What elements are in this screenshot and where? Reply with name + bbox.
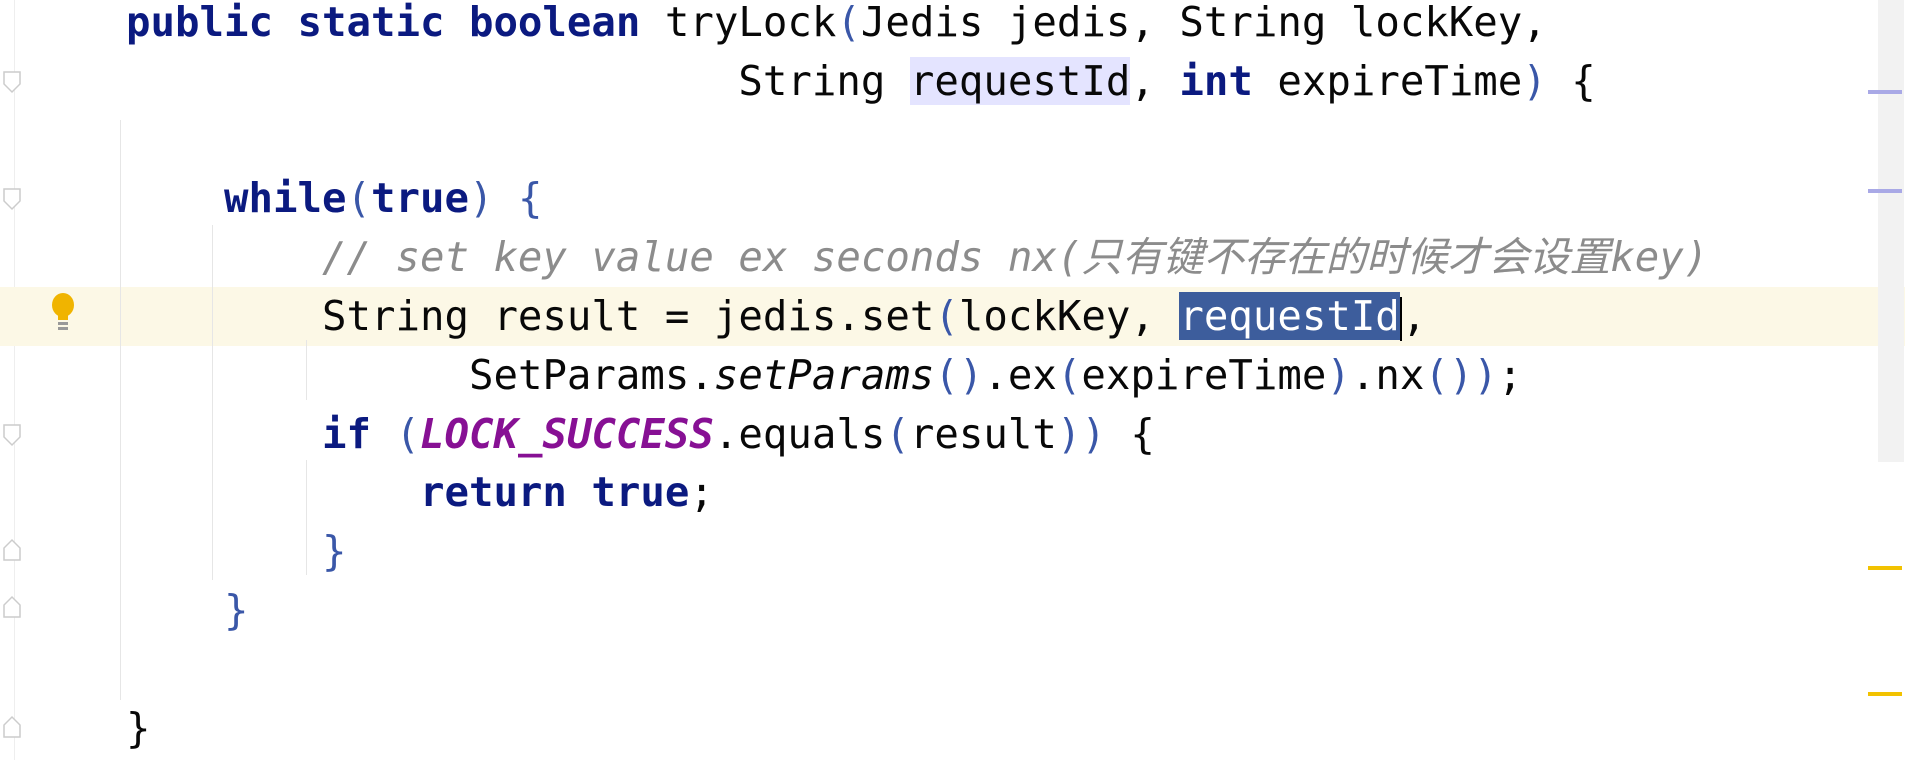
editor-gutter[interactable] xyxy=(0,0,115,760)
paren: () xyxy=(1424,350,1474,399)
paren: { xyxy=(517,174,543,223)
fold-expand-icon[interactable] xyxy=(2,595,22,619)
constant: LOCK_SUCCESS xyxy=(419,409,714,458)
paren: () xyxy=(934,350,984,399)
paren: ) xyxy=(468,174,494,223)
gutter-divider xyxy=(14,0,15,760)
paren: } xyxy=(321,527,347,576)
paren: ( xyxy=(346,174,371,223)
code-line[interactable]: while(true) { xyxy=(126,169,542,228)
usage-highlight: requestId xyxy=(909,56,1131,105)
fold-expand-icon[interactable] xyxy=(2,538,22,562)
paren: ( xyxy=(934,292,959,340)
static-call: setParams xyxy=(713,350,935,399)
code-text: , xyxy=(1401,292,1427,340)
paren: ( xyxy=(395,409,420,458)
code-text: .nx xyxy=(1350,350,1425,399)
code-line[interactable]: } xyxy=(126,699,151,758)
fold-expand-icon[interactable] xyxy=(2,715,22,739)
paren: ( xyxy=(1056,350,1082,399)
code-line[interactable]: return true; xyxy=(126,463,714,522)
scrollbar-marker-warning[interactable] xyxy=(1868,566,1902,570)
code-line[interactable]: String requestId, int expireTime) { xyxy=(126,52,1596,111)
paren: ) xyxy=(1522,56,1547,105)
lightbulb-icon[interactable] xyxy=(50,292,76,332)
keyword: true xyxy=(370,174,469,223)
scrollbar-marker-warning[interactable] xyxy=(1868,692,1902,696)
code-text: .ex xyxy=(983,350,1057,399)
keyword: while xyxy=(223,174,347,223)
code-line[interactable]: // set key value ex seconds nx(只有键不存在的时候… xyxy=(126,228,1708,287)
code-text: , xyxy=(1130,56,1180,105)
scrollbar[interactable] xyxy=(1878,0,1904,462)
fold-collapse-icon[interactable] xyxy=(2,423,22,447)
selection: requestId xyxy=(1179,292,1400,340)
code-text: } xyxy=(126,703,151,752)
code-text: expireTime xyxy=(1081,350,1327,399)
fold-collapse-icon[interactable] xyxy=(2,70,22,94)
paren: ( xyxy=(885,409,910,458)
keyword: int xyxy=(1179,56,1278,105)
code-text: SetParams. xyxy=(468,350,714,399)
paren: } xyxy=(223,586,249,634)
code-text: { xyxy=(1105,409,1155,458)
code-text: .equals xyxy=(713,409,886,458)
paren: )) xyxy=(1056,409,1106,458)
code-line[interactable]: if (LOCK_SUCCESS.equals(result)) { xyxy=(126,405,1155,464)
code-text: ; xyxy=(689,468,714,517)
code-text: Jedis jedis, String lockKey, xyxy=(860,0,1547,46)
code-text: ; xyxy=(1497,350,1523,399)
code-text: expireTime xyxy=(1277,56,1523,105)
indent-guide xyxy=(120,120,121,700)
code-line[interactable]: public static boolean tryLock(Jedis jedi… xyxy=(126,0,1547,52)
code-line[interactable]: SetParams.setParams().ex(expireTime).nx(… xyxy=(126,346,1522,405)
code-line[interactable]: String result = jedis.set(lockKey, reque… xyxy=(126,287,1426,346)
paren: ) xyxy=(1326,350,1351,399)
comment: // set key value ex seconds nx(只有键不存在的时候… xyxy=(321,233,1709,282)
fold-collapse-icon[interactable] xyxy=(2,187,22,211)
keyword: if xyxy=(321,409,396,458)
keyword: public static boolean xyxy=(126,0,665,46)
scrollbar-marker-usage[interactable] xyxy=(1868,189,1902,193)
code-line[interactable]: } xyxy=(126,581,249,640)
paren: ) xyxy=(1473,350,1498,399)
code-line[interactable]: } xyxy=(126,522,347,581)
code-text: { xyxy=(1546,56,1596,105)
paren: ( xyxy=(836,0,861,46)
code-text: lockKey, xyxy=(958,292,1180,340)
code-text: tryLock xyxy=(664,0,837,46)
code-text: String xyxy=(738,56,910,105)
keyword: return true xyxy=(419,468,690,517)
scrollbar-marker-usage[interactable] xyxy=(1868,90,1902,94)
code-text: String result = jedis.set xyxy=(321,292,935,340)
code-text: result xyxy=(909,409,1057,458)
